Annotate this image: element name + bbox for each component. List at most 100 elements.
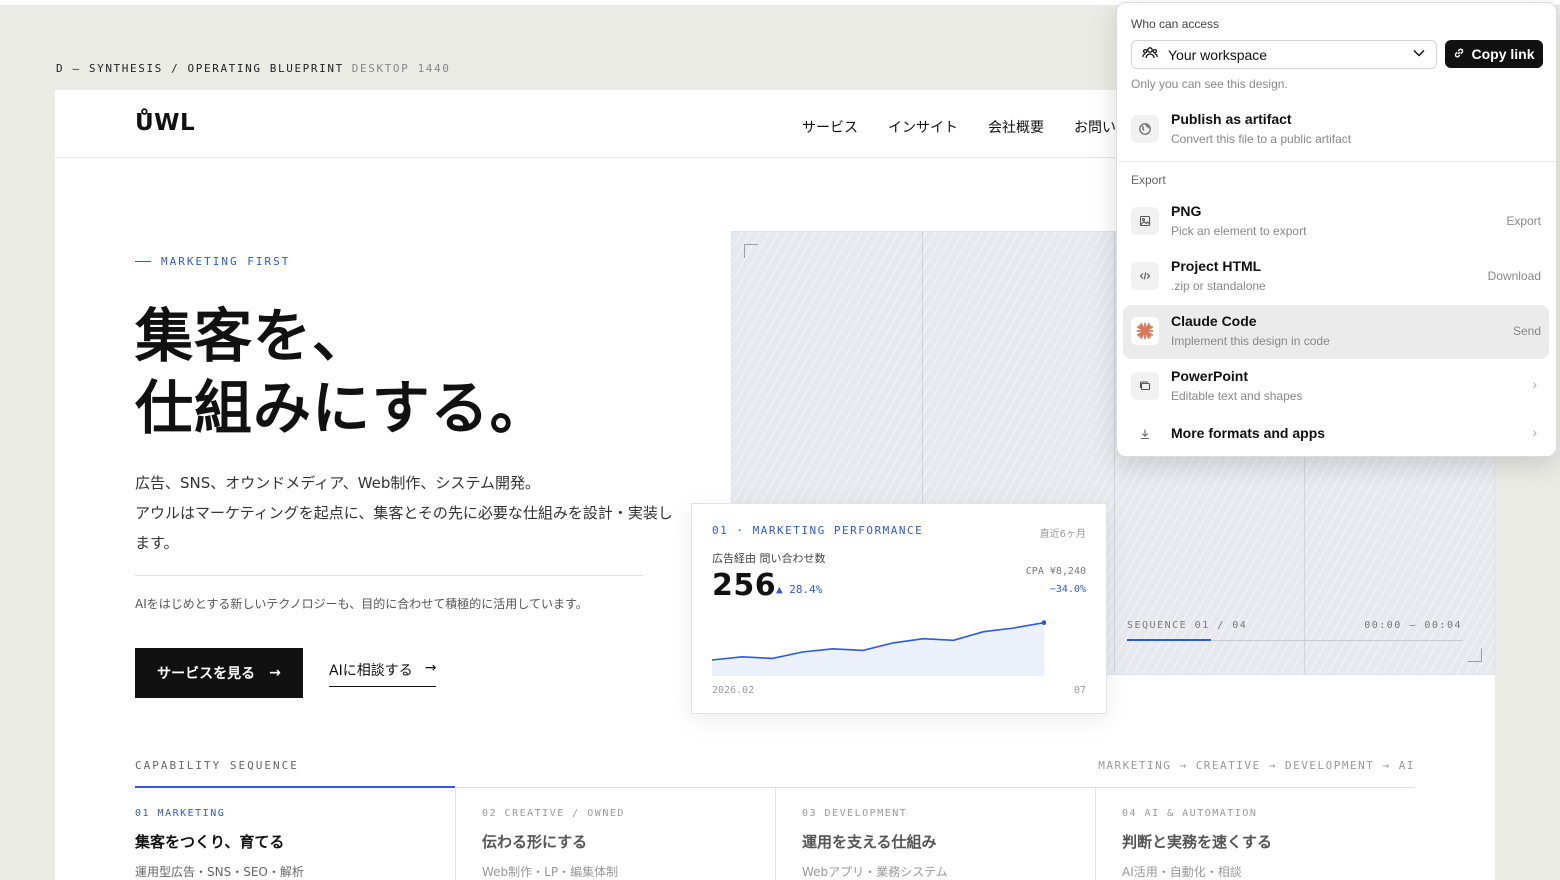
- link-icon: [1453, 46, 1465, 62]
- viewport-label: DESKTOP 1440: [351, 62, 451, 75]
- headline-line-1: 集客を、: [135, 302, 372, 370]
- capability-number: 04 AI & AUTOMATION: [1122, 808, 1258, 819]
- capability-subtitle: AI活用・自動化・相談: [1122, 865, 1242, 879]
- export-label: Export: [1131, 173, 1166, 187]
- download-icon: [1131, 420, 1159, 448]
- arrow-right-icon: →: [424, 660, 437, 676]
- export-powerpoint-item[interactable]: PowerPoint Editable text and shapes ›: [1123, 360, 1549, 414]
- eyebrow-text: MARKETING FIRST: [161, 255, 291, 268]
- export-png-item[interactable]: PNG Pick an element to export Export: [1123, 195, 1549, 249]
- export-item-desc: .zip or standalone: [1171, 279, 1266, 293]
- slides-icon: [1131, 372, 1159, 400]
- sequence-progress: [1127, 639, 1211, 641]
- capability-item-creative[interactable]: 02 CREATIVE / OWNED 伝わる形にする Web制作・LP・編集体…: [455, 788, 775, 880]
- trend-chart: [712, 620, 1046, 676]
- capability-title: 伝わる形にする: [482, 833, 588, 851]
- chevron-right-icon: ›: [1532, 376, 1537, 392]
- capability-title: 集客をつくり、育てる: [135, 833, 285, 851]
- people-icon: [1142, 45, 1158, 64]
- export-item-desc: Editable text and shapes: [1171, 389, 1303, 403]
- nav-item-insights[interactable]: インサイト: [888, 117, 958, 137]
- access-select[interactable]: Your workspace: [1131, 40, 1437, 69]
- cpa-value: CPA ¥8,240: [1025, 566, 1086, 577]
- export-item-action: Export: [1506, 214, 1541, 228]
- capability-item-ai[interactable]: 04 AI & AUTOMATION 判断と実務を速くする AI活用・自動化・相…: [1095, 788, 1415, 880]
- cpa-delta: −34.0%: [1049, 584, 1086, 595]
- capability-flow: MARKETING → CREATIVE → DEVELOPMENT → AI: [1098, 759, 1415, 772]
- site-nav: サービス インサイト 会社概要 お問い合: [802, 117, 1130, 137]
- export-html-item[interactable]: Project HTML .zip or standalone Download: [1123, 250, 1549, 304]
- grid-line: [1114, 232, 1115, 674]
- popover-divider: [1117, 161, 1556, 162]
- copy-link-label: Copy link: [1471, 46, 1535, 62]
- consult-ai-label: AIに相談する: [329, 663, 413, 679]
- site-logo[interactable]: ŮWL: [135, 110, 195, 136]
- code-icon: [1131, 262, 1159, 290]
- consult-ai-link[interactable]: AIに相談する →: [329, 660, 437, 687]
- chevron-right-icon: ›: [1532, 424, 1537, 440]
- kpi-value: 256: [712, 568, 777, 603]
- card-subtitle: 広告経由 問い合わせ数: [712, 552, 826, 565]
- globe-icon: [1131, 115, 1159, 143]
- hero-eyebrow: MARKETING FIRST: [135, 255, 290, 268]
- card-period: 直近6ヶ月: [1039, 529, 1086, 540]
- sequence-track: [1127, 639, 1463, 641]
- breadcrumb-path: D — SYNTHESIS / OPERATING BLUEPRINT: [56, 62, 344, 75]
- export-item-name: Project HTML: [1171, 258, 1262, 274]
- access-label: Who can access: [1131, 17, 1220, 31]
- export-item-desc: Pick an element to export: [1171, 224, 1307, 238]
- hero-body: 広告、SNS、オウンドメディア、Web制作、システム開発。 アウルはマーケティン…: [135, 468, 675, 558]
- capability-number: 01 MARKETING: [135, 808, 226, 819]
- copy-link-button[interactable]: Copy link: [1445, 40, 1543, 68]
- export-item-action: Download: [1487, 269, 1541, 283]
- capability-label: CAPABILITY SEQUENCE: [135, 759, 299, 772]
- chevron-down-icon: [1412, 46, 1426, 63]
- capability-subtitle: 運用型広告・SNS・SEO・解析: [135, 865, 304, 879]
- sequence-time: 00:00 — 00:04: [1364, 620, 1462, 631]
- arrow-right-icon: →: [269, 665, 281, 681]
- capability-item-development[interactable]: 03 DEVELOPMENT 運用を支える仕組み Webアプリ・業務システム: [775, 788, 1095, 880]
- capability-subtitle: Webアプリ・業務システム: [802, 865, 948, 879]
- capability-grid: 01 MARKETING 集客をつくり、育てる 運用型広告・SNS・SEO・解析…: [135, 788, 1415, 880]
- visibility-note: Only you can see this design.: [1131, 77, 1288, 91]
- export-item-action: Send: [1512, 324, 1541, 338]
- export-item-name: PNG: [1171, 203, 1202, 219]
- eyebrow-rule: [135, 261, 151, 262]
- sequence-label: SEQUENCE 01 / 04: [1127, 620, 1248, 631]
- hero-headline: 集客を、 仕組みにする。: [135, 300, 549, 444]
- nav-item-services[interactable]: サービス: [802, 117, 858, 137]
- export-item-desc: Implement this design in code: [1171, 334, 1330, 348]
- publish-name: Publish as artifact: [1171, 111, 1292, 127]
- export-item-name: Claude Code: [1171, 313, 1257, 329]
- hero-body-line-1: 広告、SNS、オウンドメディア、Web制作、システム開発。: [135, 474, 540, 492]
- hero-body-line-2: アウルはマーケティングを起点に、集客とその先に必要な仕組みを設計・実装します。: [135, 504, 673, 552]
- hero-divider: [135, 575, 643, 576]
- access-value: Your workspace: [1168, 46, 1268, 63]
- more-formats-name: More formats and apps: [1171, 425, 1326, 441]
- corner-mark: [744, 244, 758, 258]
- capability-item-marketing[interactable]: 01 MARKETING 集客をつくり、育てる 運用型広告・SNS・SEO・解析: [135, 788, 455, 880]
- capability-title: 運用を支える仕組み: [802, 833, 937, 851]
- kpi-delta: ▲ 28.4%: [776, 583, 823, 596]
- export-item-name: PowerPoint: [1171, 368, 1249, 384]
- card-title: 01 · MARKETING PERFORMANCE: [712, 524, 924, 537]
- artboard-breadcrumb: D — SYNTHESIS / OPERATING BLUEPRINT DESKT…: [56, 62, 450, 75]
- export-claude-code-item[interactable]: Claude Code Implement this design in cod…: [1123, 305, 1549, 359]
- publish-desc: Convert this file to a public artifact: [1171, 132, 1352, 146]
- corner-mark: [1468, 648, 1482, 662]
- image-icon: [1131, 207, 1159, 235]
- capability-subtitle: Web制作・LP・編集体制: [482, 865, 619, 879]
- x-axis-start: 2026.02: [712, 685, 755, 696]
- nav-item-company[interactable]: 会社概要: [988, 117, 1044, 137]
- capability-title: 判断と実務を速くする: [1122, 833, 1273, 851]
- capability-number: 02 CREATIVE / OWNED: [482, 808, 625, 819]
- publish-artifact-item[interactable]: Publish as artifact Convert this file to…: [1123, 103, 1549, 157]
- claude-icon: [1131, 317, 1159, 345]
- share-popover: Who can access Your workspace Copy link …: [1116, 2, 1557, 457]
- x-axis-end: 07: [1073, 685, 1086, 696]
- more-formats-item[interactable]: More formats and apps ›: [1123, 415, 1549, 453]
- view-services-label: サービスを見る: [157, 666, 256, 682]
- performance-card: 01 · MARKETING PERFORMANCE 直近6ヶ月 広告経由 問い…: [691, 503, 1107, 714]
- view-services-button[interactable]: サービスを見る →: [135, 648, 303, 698]
- ai-note: AIをはじめとする新しいテクノロジーも、目的に合わせて積極的に活用しています。: [135, 597, 588, 611]
